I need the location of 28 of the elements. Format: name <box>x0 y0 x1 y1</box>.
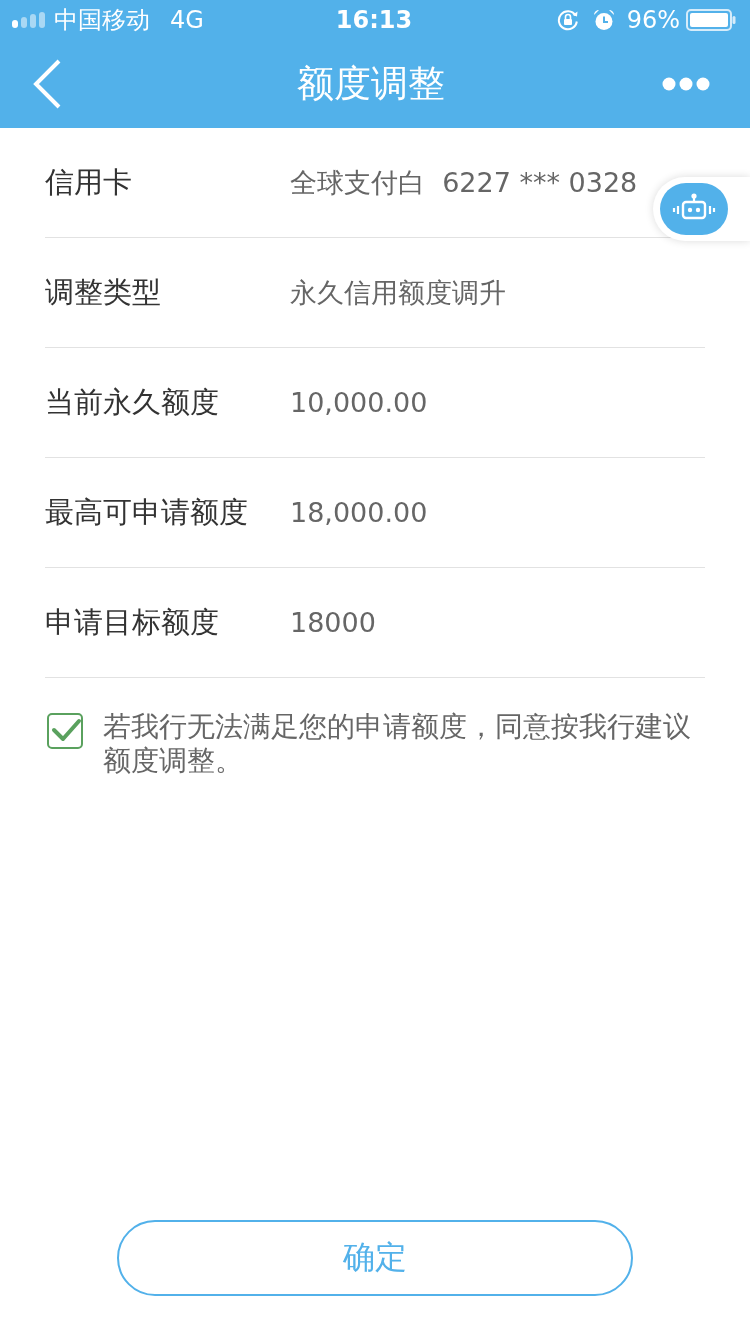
field-value: 18,000.00 <box>290 497 428 528</box>
field-value: 全球支付白 6227 *** 0328 <box>290 165 638 200</box>
field-label: 信用卡 <box>45 163 133 201</box>
battery-percent: 96% <box>626 6 680 34</box>
field-label: 调整类型 <box>45 273 162 311</box>
field-label: 当前永久额度 <box>45 383 220 421</box>
signal-icon <box>12 12 46 28</box>
agreement-checkbox[interactable] <box>47 713 83 749</box>
field-label: 最高可申请额度 <box>45 493 249 531</box>
battery-icon <box>686 9 736 31</box>
alarm-clock-icon <box>592 9 615 31</box>
field-label: 申请目标额度 <box>45 603 220 641</box>
network-type: 4G <box>170 6 204 34</box>
more-button[interactable] <box>662 77 710 91</box>
carrier-name: 中国移动 <box>54 5 150 36</box>
confirm-button[interactable]: 确定 <box>117 1220 633 1296</box>
back-button[interactable] <box>32 59 62 109</box>
status-time: 16:13 <box>335 6 413 34</box>
field-value: 永久信用额度调升 <box>290 275 506 310</box>
robot-icon <box>660 183 728 235</box>
rotation-lock-icon <box>556 9 579 31</box>
field-value: 18000 <box>290 607 376 638</box>
agreement-text: 若我行无法满足您的申请额度，同意按我行建议额度调整。 <box>103 709 692 777</box>
page-title: 额度调整 <box>297 61 445 107</box>
back-chevron-icon <box>32 59 62 109</box>
field-value: 10,000.00 <box>290 387 428 418</box>
more-dots-icon <box>662 77 710 91</box>
assistant-button[interactable] <box>653 177 750 241</box>
